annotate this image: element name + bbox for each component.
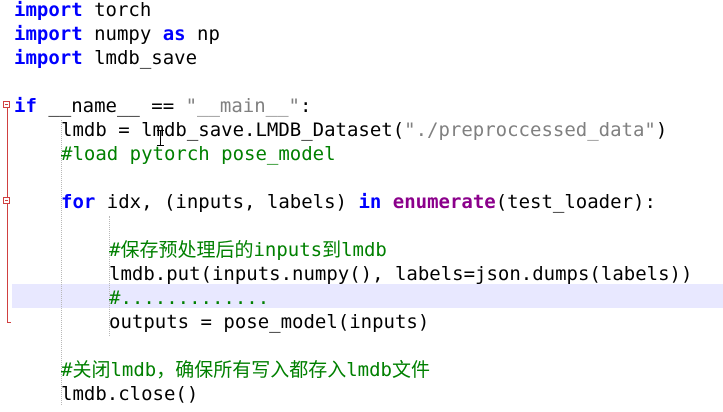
comment: #关闭lmdb，确保所有写入都存入lmdb文件 bbox=[61, 359, 430, 381]
keyword: as bbox=[162, 23, 186, 45]
fold-gutter[interactable] bbox=[0, 0, 12, 412]
code-text: __name__ == bbox=[36, 95, 186, 117]
code-text: lmdb.put(inputs.numpy(), labels=json.dum… bbox=[109, 263, 693, 285]
code-line-5[interactable]: lmdb = lmdb_save.LMDB_Dataset("./preproc… bbox=[61, 118, 667, 142]
keyword: in bbox=[358, 191, 382, 213]
code-line-2[interactable]: import numpy as np bbox=[14, 22, 220, 46]
fold-collapse-icon[interactable] bbox=[3, 101, 10, 108]
text-cursor-icon bbox=[157, 130, 164, 146]
comment: #保存预处理后的inputs到lmdb bbox=[109, 239, 387, 261]
keyword: import bbox=[14, 47, 83, 69]
keyword: for bbox=[61, 191, 96, 213]
fold-line-if-block bbox=[7, 108, 8, 322]
comment: #............. bbox=[109, 287, 270, 309]
code-text: lmdb.close() bbox=[61, 383, 199, 405]
builtin-function: enumerate bbox=[392, 191, 496, 213]
fold-end-icon bbox=[7, 322, 11, 323]
code-line-9[interactable]: lmdb.put(inputs.numpy(), labels=json.dum… bbox=[109, 262, 692, 286]
code-line-7[interactable]: for idx, (inputs, labels) in enumerate(t… bbox=[61, 190, 656, 214]
code-text: : bbox=[300, 95, 312, 117]
code-line-1[interactable]: import torch bbox=[14, 0, 151, 22]
code-text: outputs = pose_model(inputs) bbox=[109, 311, 430, 333]
keyword: import bbox=[14, 0, 83, 21]
keyword: if bbox=[14, 95, 37, 117]
code-text: numpy bbox=[82, 23, 163, 45]
code-line-11[interactable]: outputs = pose_model(inputs) bbox=[109, 310, 429, 334]
code-editor[interactable]: import torch import numpy as np import l… bbox=[0, 0, 723, 412]
code-text: lmdb_save bbox=[82, 47, 198, 69]
code-line-10[interactable]: #............. bbox=[109, 286, 269, 310]
code-text: np bbox=[185, 23, 220, 45]
code-text: torch bbox=[82, 0, 152, 21]
code-line-12[interactable]: #关闭lmdb，确保所有写入都存入lmdb文件 bbox=[61, 358, 430, 382]
code-text: lmdb = lmdb_save.LMDB_Dataset( bbox=[61, 119, 405, 141]
code-line-13[interactable]: lmdb.close() bbox=[61, 382, 198, 406]
string-literal: "./preproccessed_data" bbox=[404, 119, 656, 141]
code-text: ) bbox=[655, 119, 668, 141]
code-line-4[interactable]: if __name__ == "__main__": bbox=[14, 94, 311, 118]
code-text: (test_loader): bbox=[495, 191, 656, 213]
comment: #load pytorch pose_model bbox=[61, 143, 336, 165]
code-line-6[interactable]: #load pytorch pose_model bbox=[61, 142, 336, 166]
keyword: import bbox=[14, 23, 83, 45]
fold-collapse-icon[interactable] bbox=[3, 197, 10, 204]
code-line-8[interactable]: #保存预处理后的inputs到lmdb bbox=[109, 238, 387, 262]
code-line-3[interactable]: import lmdb_save bbox=[14, 46, 197, 70]
string-literal: "__main__" bbox=[185, 95, 300, 117]
code-text: idx, (inputs, labels) bbox=[95, 191, 359, 213]
